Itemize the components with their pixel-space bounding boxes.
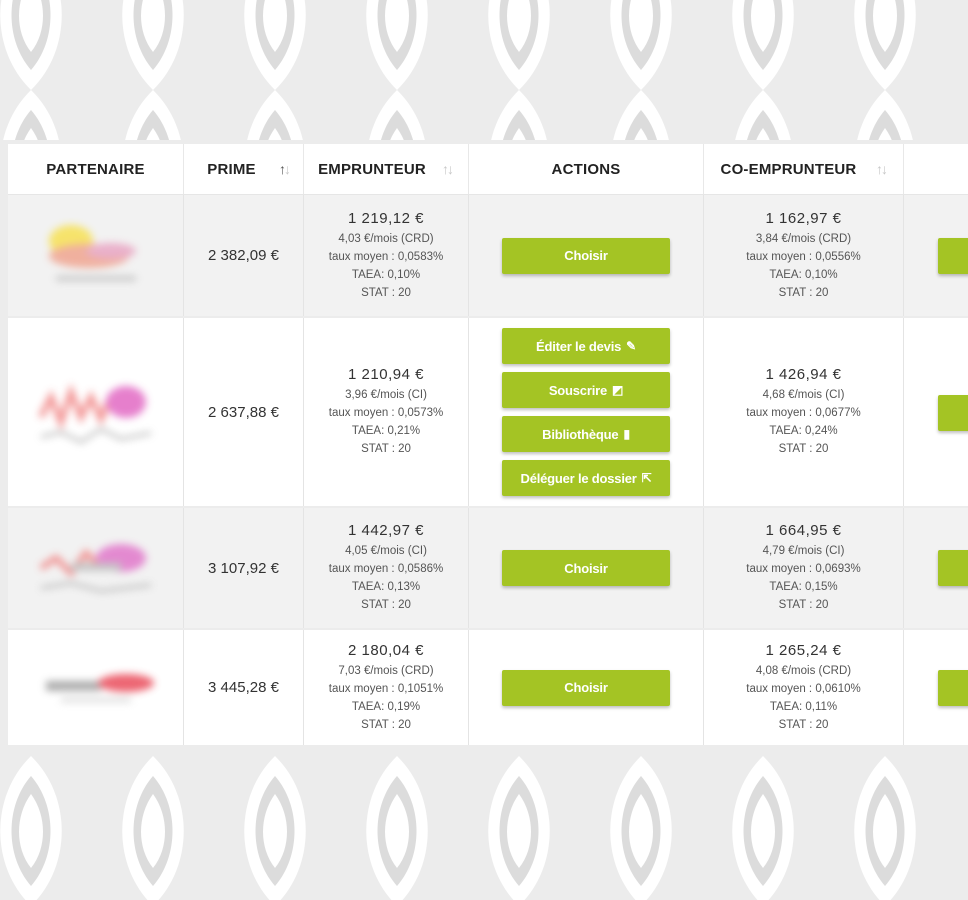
co-emprunteur-choose-button[interactable] bbox=[938, 670, 968, 706]
edit-quote-button[interactable]: Éditer le devis ✎ bbox=[502, 328, 670, 364]
actions-cell: Choisir bbox=[469, 195, 704, 316]
partner-logo bbox=[37, 383, 151, 444]
sort-icon[interactable]: ↑↓ bbox=[279, 161, 291, 177]
prime-cell: 2 637,88 € bbox=[184, 318, 304, 506]
actions-cell: Choisir bbox=[469, 508, 704, 628]
book-icon: ▮ bbox=[623, 427, 630, 441]
partner-logo bbox=[48, 224, 136, 281]
share-icon: ⇱ bbox=[641, 471, 652, 485]
col-header-partenaire: PARTENAIRE bbox=[8, 144, 184, 194]
choisir-button[interactable]: Choisir bbox=[502, 550, 670, 586]
partner-logo-cell bbox=[8, 318, 184, 506]
emprunteur-cell: 1 219,12 € 4,03 €/mois (CRD) taux moyen … bbox=[304, 195, 469, 316]
choisir-button[interactable]: Choisir bbox=[502, 669, 670, 706]
co-emprunteur-cell: 1 162,97 € 3,84 €/mois (CRD) taux moyen … bbox=[704, 195, 904, 316]
library-button[interactable]: Bibliothèque ▮ bbox=[502, 416, 670, 452]
table-row: 2 382,09 € 1 219,12 € 4,03 €/mois (CRD) … bbox=[8, 195, 968, 316]
co-emprunteur-choose-button[interactable] bbox=[938, 395, 968, 431]
table-row: 3 107,92 € 1 442,97 € 4,05 €/mois (CI) t… bbox=[8, 508, 968, 628]
more-cell bbox=[904, 508, 968, 628]
col-header-prime[interactable]: PRIME ↑↓ bbox=[184, 144, 304, 194]
table-header: PARTENAIRE PRIME ↑↓ EMPRUNTEUR ↑↓ ACTION… bbox=[8, 144, 968, 195]
external-link-icon: ◩ bbox=[612, 383, 624, 397]
co-emprunteur-cell: 1 664,95 € 4,79 €/mois (CI) taux moyen :… bbox=[704, 508, 904, 628]
table-row: 2 637,88 € 1 210,94 € 3,96 €/mois (CI) t… bbox=[8, 318, 968, 506]
subscribe-button[interactable]: Souscrire ◩ bbox=[502, 372, 670, 408]
more-cell bbox=[904, 318, 968, 506]
more-cell bbox=[904, 630, 968, 745]
more-cell bbox=[904, 195, 968, 316]
sort-icon[interactable]: ↑↓ bbox=[876, 161, 888, 177]
partner-logo bbox=[45, 673, 154, 702]
col-header-co-emprunteur[interactable]: CO-EMPRUNTEUR ↑↓ bbox=[704, 144, 904, 194]
partner-logo-cell bbox=[8, 630, 184, 745]
sort-icon[interactable]: ↑↓ bbox=[442, 161, 454, 177]
col-header-more bbox=[904, 144, 968, 194]
actions-cell: Éditer le devis ✎ Souscrire ◩ Bibliothèque… bbox=[469, 318, 704, 506]
prime-cell: 2 382,09 € bbox=[184, 195, 304, 316]
background-pattern-top bbox=[0, 0, 968, 140]
prime-cell: 3 445,28 € bbox=[184, 630, 304, 745]
col-header-emprunteur[interactable]: EMPRUNTEUR ↑↓ bbox=[304, 144, 469, 194]
edit-icon: ✎ bbox=[626, 339, 636, 353]
emprunteur-cell: 1 442,97 € 4,05 €/mois (CI) taux moyen :… bbox=[304, 508, 469, 628]
co-emprunteur-cell: 1 426,94 € 4,68 €/mois (CI) taux moyen :… bbox=[704, 318, 904, 506]
co-emprunteur-cell: 1 265,24 € 4,08 €/mois (CRD) taux moyen … bbox=[704, 630, 904, 745]
comparison-table: PARTENAIRE PRIME ↑↓ EMPRUNTEUR ↑↓ ACTION… bbox=[0, 140, 968, 756]
table-row: 3 445,28 € 2 180,04 € 7,03 €/mois (CRD) … bbox=[8, 630, 968, 745]
co-emprunteur-choose-button[interactable] bbox=[938, 238, 968, 274]
col-header-actions: ACTIONS bbox=[469, 144, 704, 194]
emprunteur-cell: 1 210,94 € 3,96 €/mois (CI) taux moyen :… bbox=[304, 318, 469, 506]
delegate-file-button[interactable]: Déléguer le dossier ⇱ bbox=[502, 460, 670, 496]
co-emprunteur-choose-button[interactable] bbox=[938, 550, 968, 586]
partner-logo-cell bbox=[8, 195, 184, 316]
actions-cell: Choisir bbox=[469, 630, 704, 745]
prime-cell: 3 107,92 € bbox=[184, 508, 304, 628]
partner-logo-cell bbox=[8, 508, 184, 628]
partner-logo bbox=[38, 544, 151, 593]
choisir-button[interactable]: Choisir bbox=[502, 237, 670, 274]
background-pattern-bottom bbox=[0, 756, 968, 900]
emprunteur-cell: 2 180,04 € 7,03 €/mois (CRD) taux moyen … bbox=[304, 630, 469, 745]
